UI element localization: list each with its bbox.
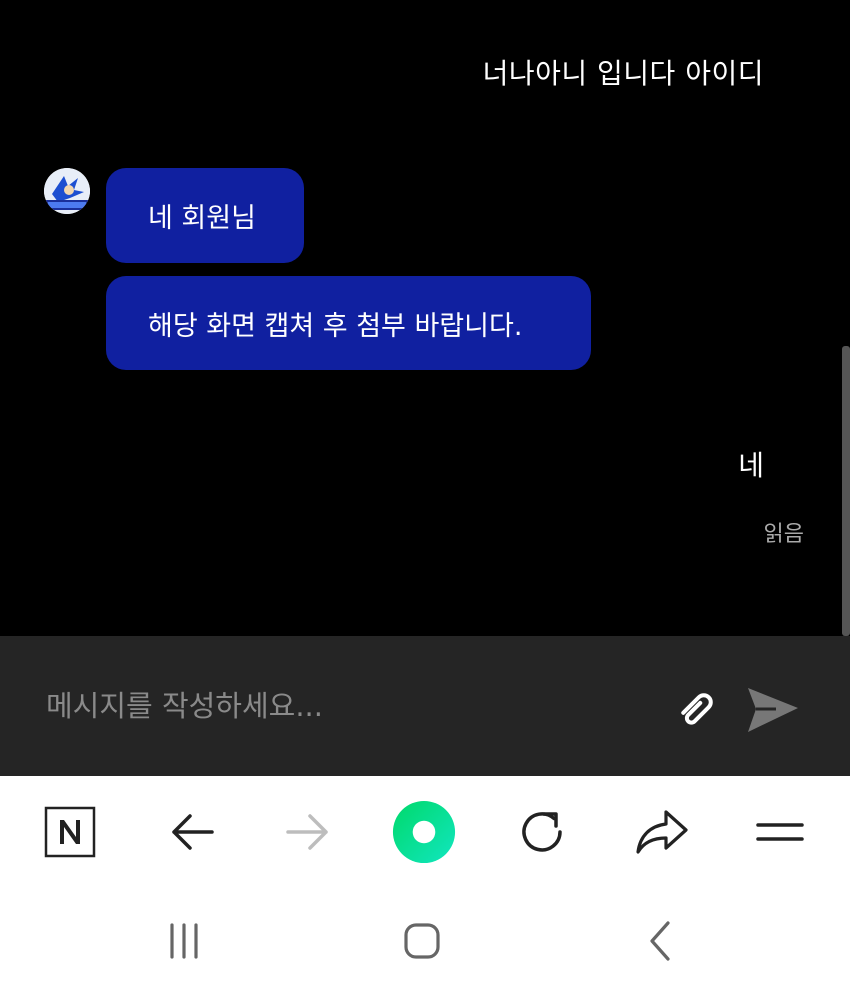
back-button[interactable]	[160, 800, 224, 864]
back-nav-button[interactable]	[630, 918, 690, 964]
refresh-button[interactable]	[510, 800, 574, 864]
forward-arrow-icon	[286, 814, 328, 850]
back-arrow-icon	[172, 814, 214, 850]
home-nav-icon	[404, 923, 440, 959]
menu-button[interactable]	[748, 800, 812, 864]
incoming-message-bubble: 네 회원님	[106, 168, 304, 263]
send-icon	[748, 688, 798, 732]
scrollbar[interactable]	[842, 346, 850, 636]
compose-bar	[0, 636, 850, 776]
send-button[interactable]	[744, 682, 800, 738]
recent-apps-icon	[170, 923, 198, 959]
message-text: 해당 화면 캡쳐 후 첨부 바랍니다.	[148, 310, 523, 342]
browser-toolbar	[0, 776, 850, 888]
naver-button[interactable]	[38, 800, 102, 864]
share-icon	[636, 810, 688, 854]
outgoing-message: 너나아니 입니다 아이디	[482, 57, 764, 90]
incoming-message-bubble: 해당 화면 캡쳐 후 첨부 바랍니다.	[106, 276, 591, 370]
paperclip-icon	[681, 693, 713, 725]
avatar-image	[44, 168, 90, 214]
forward-button[interactable]	[276, 800, 340, 864]
outgoing-message: 네	[738, 449, 764, 482]
home-button[interactable]	[392, 800, 456, 864]
recent-apps-button[interactable]	[154, 918, 214, 964]
back-nav-icon	[650, 921, 670, 961]
read-receipt: 읽음	[763, 522, 804, 547]
share-button[interactable]	[630, 800, 694, 864]
home-icon	[392, 800, 456, 864]
refresh-icon	[522, 812, 562, 852]
attach-button[interactable]	[668, 682, 724, 738]
message-input[interactable]	[46, 686, 606, 726]
home-nav-button[interactable]	[392, 918, 452, 964]
naver-n-icon	[44, 806, 96, 858]
avatar[interactable]	[44, 168, 90, 214]
message-text: 네 회원님	[148, 203, 256, 234]
system-navigation-bar	[0, 888, 850, 992]
menu-icon	[756, 823, 804, 841]
chat-area: 너나아니 입니다 아이디 네 회원님 해당 화면 캡쳐 후 첨부 바랍니다. 네…	[0, 0, 850, 636]
